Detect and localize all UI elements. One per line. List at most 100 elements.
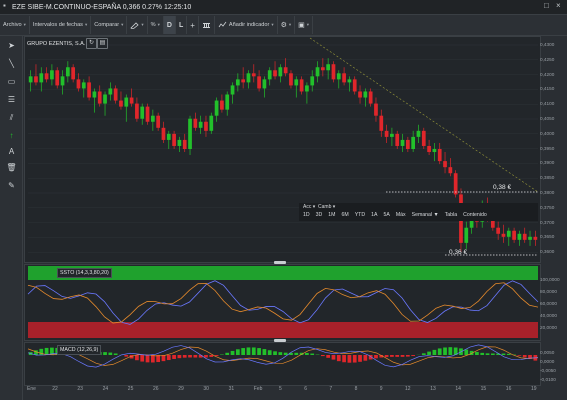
acc-label[interactable]: Acc — [303, 204, 311, 210]
y-tick-label: 0,4150 — [540, 86, 555, 92]
macd-label[interactable]: MACD (12,26,9) — [57, 345, 102, 355]
candle-body — [379, 115, 384, 131]
candle-body — [44, 73, 49, 80]
range-button-6[interactable]: 5A — [383, 212, 389, 218]
macd-histogram-bar — [305, 352, 309, 355]
candle-body — [273, 70, 277, 77]
time-range-header: Acc ▾ Camb ▾ — [303, 204, 336, 210]
y-tick-label: 0,4100 — [540, 101, 555, 107]
macd-histogram-bar — [241, 348, 246, 355]
candle-body — [204, 121, 208, 131]
ssto-label[interactable]: SSTO (14,3,3,80,20) — [57, 268, 112, 278]
x-tick-label: 6 — [304, 386, 307, 392]
macd-histogram-bar — [113, 353, 118, 355]
candle-body — [50, 70, 54, 80]
x-tick-label: 24 — [102, 386, 109, 392]
macd-histogram-bar — [177, 355, 182, 359]
macd-histogram-bar — [193, 355, 198, 358]
range-button-8[interactable]: Semanal ▼ — [412, 212, 439, 218]
candle-body — [182, 139, 187, 149]
candle-body — [310, 76, 315, 86]
candle-body — [225, 94, 230, 110]
candle-body — [124, 97, 129, 107]
macd-histogram-bar — [352, 355, 357, 363]
y-tick-label: 0,3650 — [540, 234, 555, 240]
macd-tick-label: 0,0000 — [540, 359, 555, 364]
macd-histogram-bar — [432, 349, 437, 355]
macd-histogram-bar — [204, 355, 208, 358]
candle-body — [87, 82, 91, 98]
candle-body — [464, 227, 469, 243]
macd-histogram-bar — [140, 355, 145, 362]
macd-histogram-bar — [490, 353, 495, 355]
y-tick-label: 0,4300 — [540, 42, 555, 47]
macd-histogram-bar — [475, 352, 479, 355]
candle-body — [97, 91, 102, 104]
candle-body — [363, 91, 368, 98]
macd-histogram-bar — [374, 355, 378, 359]
candle-body — [384, 130, 389, 137]
macd-histogram-bar — [347, 355, 352, 363]
macd-histogram-bar — [44, 347, 49, 355]
candle-body — [358, 91, 362, 98]
range-button-5[interactable]: 1A — [371, 212, 377, 218]
macd-tick-label: 0,0050 — [540, 350, 555, 355]
macd-histogram-bar — [320, 355, 325, 357]
candle-body — [76, 79, 81, 89]
range-button-1[interactable]: 3D — [316, 212, 323, 218]
x-tick-label: Feb — [253, 386, 263, 392]
range-button-2[interactable]: 1M — [328, 212, 335, 218]
candle-body — [150, 115, 155, 122]
candle-body — [28, 76, 33, 83]
range-button-7[interactable]: Máx — [396, 212, 406, 218]
macd-histogram-bar — [257, 348, 261, 355]
candle-body — [352, 79, 357, 92]
pane-splitter[interactable] — [274, 339, 286, 342]
macd-histogram-bar — [267, 350, 272, 355]
candle-body — [320, 67, 325, 71]
range-button-10[interactable]: Contenido — [463, 212, 487, 218]
candle-body — [214, 100, 219, 116]
x-tick-label: Ene — [27, 386, 36, 392]
candle-body — [156, 115, 161, 128]
x-tick-label: 29 — [178, 386, 184, 392]
candle-body — [230, 85, 235, 95]
range-button-9[interactable]: Tabla — [445, 212, 457, 218]
candle-body — [241, 79, 246, 83]
macd-histogram-bar — [209, 355, 214, 357]
camera-small-icon[interactable]: ▤ — [97, 38, 108, 49]
macd-histogram-bar — [124, 355, 129, 357]
macd-histogram-bar — [517, 355, 522, 356]
macd-histogram-bar — [166, 355, 171, 361]
x-tick-label: 15 — [480, 386, 487, 392]
camb-label[interactable]: Camb — [318, 204, 331, 210]
range-button-0[interactable]: 1D — [303, 212, 310, 218]
y-tick-label: 0,3700 — [540, 219, 555, 225]
candle-body — [166, 133, 171, 140]
ssto-k-line — [27, 280, 539, 325]
candle-body — [113, 88, 118, 101]
x-tick-label: 25 — [127, 386, 134, 392]
y-tick-label: 0,4250 — [540, 56, 555, 62]
candle-body — [172, 133, 176, 146]
candle-body — [34, 76, 38, 83]
macd-histogram-bar — [294, 352, 299, 355]
refresh-icon[interactable]: ↻ — [86, 38, 97, 49]
macd-histogram-bar — [150, 355, 155, 363]
x-tick-label: 26 — [153, 386, 159, 392]
range-button-4[interactable]: YTD — [355, 212, 365, 218]
macd-histogram-bar — [310, 353, 315, 355]
low-price-label: 0,36 € — [449, 249, 468, 256]
macd-histogram-bar — [405, 355, 410, 357]
candle-body — [135, 103, 139, 119]
macd-histogram-bar — [246, 347, 251, 355]
pane-splitter[interactable] — [274, 261, 286, 264]
candle-body — [421, 130, 426, 146]
range-button-3[interactable]: 6M — [342, 212, 349, 218]
macd-histogram-bar — [103, 352, 107, 355]
macd-histogram-bar — [485, 353, 490, 355]
candle-body — [289, 73, 293, 86]
y-tick-label: 0,3600 — [540, 249, 555, 255]
x-tick-label: 23 — [77, 386, 83, 392]
macd-histogram-bar — [273, 351, 277, 355]
